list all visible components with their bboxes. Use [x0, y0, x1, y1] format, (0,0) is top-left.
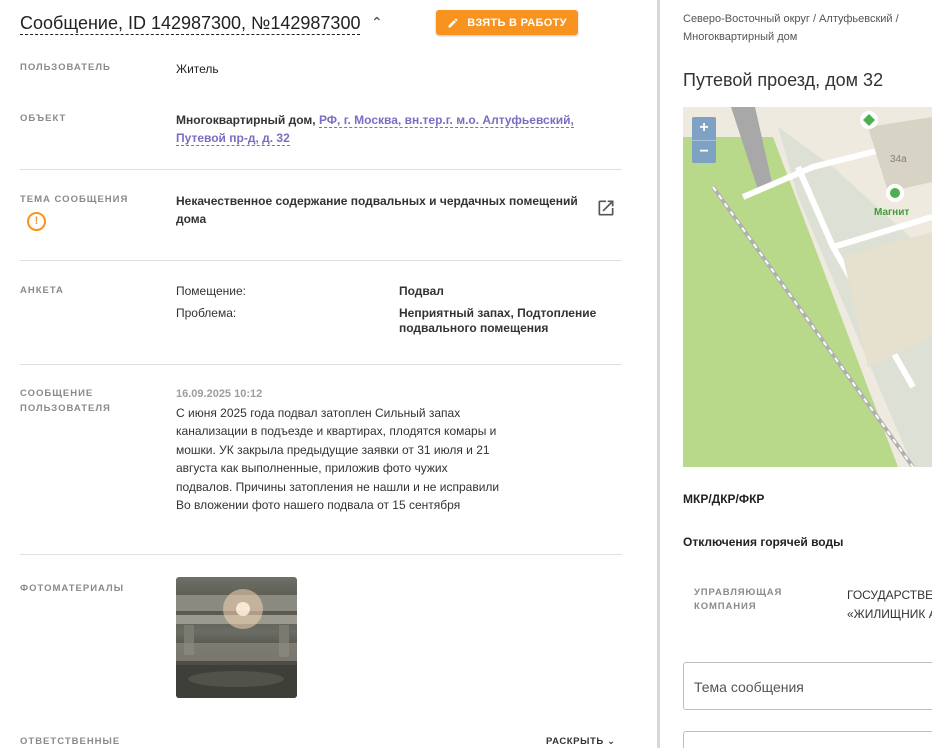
message-label: СООБЩЕНИЕ ПОЛЬЗОВАТЕЛЯ — [20, 388, 111, 414]
message-body-field[interactable] — [683, 731, 932, 748]
divider — [20, 260, 622, 261]
chevron-down-icon: ⌄ — [607, 736, 616, 747]
form-label: АНКЕТА — [20, 285, 64, 296]
page-title[interactable]: Сообщение, ID 142987300, №142987300 — [20, 13, 361, 35]
topic-label: ТЕМА СООБЩЕНИЯ — [20, 194, 129, 205]
address-title: Путевой проезд, дом 32 — [683, 70, 884, 90]
mkr-label[interactable]: МКР/ДКР/ФКР — [683, 492, 764, 506]
object-value: Многоквартирный дом, РФ, г. Москва, вн.т… — [176, 111, 621, 147]
open-external-icon[interactable] — [596, 198, 616, 218]
form-room-value: Подвал — [399, 284, 444, 298]
company-label: УПРАВЛЯЮЩАЯ КОМПАНИЯ — [694, 587, 783, 612]
object-label: ОБЪЕКТ — [20, 113, 67, 124]
message-date: 16.09.2025 10:12 — [176, 388, 263, 400]
responsible-label: ОТВЕТСТВЕННЫЕ — [20, 736, 121, 747]
pencil-icon — [448, 17, 458, 27]
take-button-label: ВЗЯТЬ В РАБОТУ — [467, 16, 567, 29]
form-problem-key: Проблема: — [176, 306, 237, 320]
message-topic-field[interactable]: Тема сообщения — [683, 662, 932, 710]
object-sidebar: Северо-Восточный округ / Алтуфьевский / … — [660, 0, 932, 748]
user-value: Житель — [176, 62, 219, 76]
take-to-work-button[interactable]: ВЗЯТЬ В РАБОТУ — [436, 10, 578, 35]
chevron-up-icon[interactable]: ⌃ — [371, 14, 383, 31]
building-number: 34а — [890, 154, 907, 165]
basement-photo-image — [176, 589, 297, 698]
form-room-key: Помещение: — [176, 284, 246, 298]
hot-water-label[interactable]: Отключения горячей воды — [683, 535, 843, 549]
zoom-in-button[interactable]: + — [692, 117, 716, 141]
expand-button[interactable]: РАСКРЫТЬ ⌄ — [546, 736, 616, 747]
divider — [20, 169, 622, 170]
company-value: ГОСУДАРСТВЕ «ЖИЛИЩНИК А — [847, 586, 932, 624]
map-tiles: 34а Магнит — [683, 107, 932, 467]
photos-label: ФОТОМАТЕРИАЛЫ — [20, 583, 125, 594]
expand-label: РАСКРЫТЬ — [546, 736, 604, 747]
zoom-out-button[interactable]: − — [692, 141, 716, 164]
map[interactable]: 34а Магнит + − — [683, 107, 932, 467]
warning-icon: ! — [27, 212, 46, 231]
divider — [20, 554, 622, 555]
message-text: С июня 2025 года подвал затоплен Сильный… — [176, 406, 500, 513]
company-value-line-1: ГОСУДАРСТВЕ — [847, 588, 932, 602]
basement-photo-thumbnail[interactable] — [176, 577, 297, 698]
object-type: Многоквартирный дом, — [176, 113, 316, 127]
map-zoom-control: + − — [692, 117, 716, 163]
divider — [20, 364, 622, 365]
breadcrumb[interactable]: Северо-Восточный округ / Алтуфьевский / … — [683, 10, 928, 46]
topic-value: Некачественное содержание подвальных и ч… — [176, 194, 578, 226]
message-panel: Сообщение, ID 142987300, №142987300 ⌃ ВЗ… — [0, 0, 657, 748]
company-value-line-2: «ЖИЛИЩНИК А — [847, 607, 932, 621]
user-label: ПОЛЬЗОВАТЕЛЬ — [20, 62, 111, 73]
form-problem-value: Неприятный запах, Подтопление подвальног… — [399, 306, 597, 335]
poi-label: Магнит — [874, 207, 909, 218]
